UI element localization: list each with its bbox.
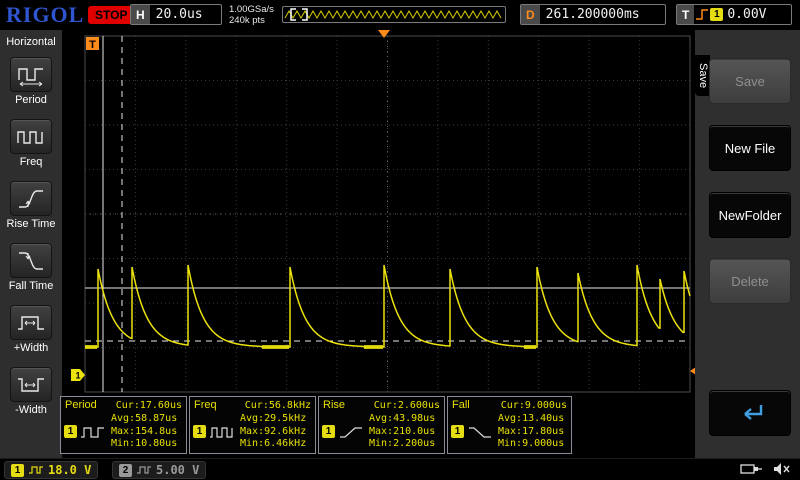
measure-menu-title: Horizontal bbox=[6, 36, 56, 48]
measurement-cur: Cur:56.8kHz bbox=[244, 399, 311, 411]
run-state-badge: STOP bbox=[88, 6, 135, 24]
measurement-name: Fall bbox=[452, 399, 470, 411]
trigger-box[interactable]: T 1 0.00V bbox=[676, 4, 792, 25]
measurement-max: Max:154.8us bbox=[111, 425, 178, 437]
measure-item-label: +Width bbox=[13, 342, 49, 354]
waveform-display: T1 bbox=[62, 30, 699, 458]
delete-button[interactable]: Delete bbox=[709, 258, 791, 304]
measurement-min: Min:6.46kHz bbox=[240, 438, 307, 449]
measurement-max: Max:17.80us bbox=[498, 425, 565, 437]
measurement-name: Period bbox=[65, 399, 97, 411]
measure-item-label: Rise Time bbox=[6, 218, 56, 230]
measure-item-freq[interactable]: Freq bbox=[10, 119, 52, 168]
measurement-panel-rise: Rise Cur:2.600us 1 Avg:43.98us Max:210.0… bbox=[318, 396, 445, 454]
measurement-name: Rise bbox=[323, 399, 346, 411]
plus-width-icon bbox=[18, 315, 44, 330]
freq-icon bbox=[17, 130, 43, 144]
fall-time-icon bbox=[19, 251, 43, 270]
measurement-avg: Avg:43.98us bbox=[369, 413, 436, 424]
acquisition-info: 1.00GSa/s 240k pts bbox=[229, 4, 274, 26]
svg-text:T: T bbox=[89, 39, 96, 51]
delay-value: 261.200000ms bbox=[545, 7, 640, 22]
delay-label: D bbox=[521, 5, 540, 24]
trigger-level-value: 0.00V bbox=[727, 7, 767, 22]
svg-text:1: 1 bbox=[76, 371, 81, 381]
channel1-status[interactable]: 1 18.0 V bbox=[4, 461, 99, 479]
trigger-label: T bbox=[677, 5, 695, 24]
channel-badge: 1 bbox=[64, 425, 77, 439]
measurement-panel-period: Period Cur:17.60us 1 Avg:58.87us Max:154… bbox=[60, 396, 187, 454]
measurement-min: Min:9.000us bbox=[498, 438, 565, 449]
measure-item-minus-width[interactable]: -Width bbox=[10, 367, 52, 416]
measure-item-label: Period bbox=[15, 94, 47, 106]
minus-width-icon bbox=[18, 377, 44, 392]
new-file-button[interactable]: New File bbox=[709, 125, 791, 171]
measurement-avg: Avg:58.87us bbox=[111, 413, 178, 424]
memory-preview-wave bbox=[284, 8, 502, 21]
horizontal-scale-box[interactable]: H 20.0us bbox=[130, 4, 222, 25]
channel-badge: 1 bbox=[193, 425, 206, 439]
channel2-scale: 5.00 V bbox=[156, 463, 200, 477]
channel1-wave-icon bbox=[29, 466, 43, 474]
trigger-source-badge: 1 bbox=[710, 8, 724, 21]
channel2-badge: 2 bbox=[119, 463, 132, 477]
horizontal-label: H bbox=[131, 5, 150, 24]
channel-badge: 1 bbox=[322, 425, 335, 439]
horizontal-value: 20.0us bbox=[155, 7, 203, 22]
speaker-icon bbox=[774, 463, 790, 475]
measure-item-label: Freq bbox=[19, 156, 43, 168]
fall-wave-icon bbox=[469, 427, 491, 438]
oscilloscope-screen: RIGOL STOP H 20.0us 1.00GSa/s 240k pts D… bbox=[0, 0, 800, 480]
rigol-logo: RIGOL bbox=[6, 2, 85, 27]
top-status-bar: RIGOL STOP H 20.0us 1.00GSa/s 240k pts D… bbox=[0, 0, 800, 30]
measurement-panel-freq: Freq Cur:56.8kHz 1 Avg:29.5kHz Max:92.6k… bbox=[189, 396, 316, 454]
waveform-svg: T1 bbox=[71, 30, 699, 393]
period-wave-icon bbox=[81, 427, 104, 438]
channel1-badge: 1 bbox=[11, 463, 24, 477]
left-measure-menu: Horizontal Period Freq Rise Time Fall Ti… bbox=[0, 30, 62, 458]
back-button[interactable] bbox=[709, 390, 791, 436]
measurement-max: Max:92.6kHz bbox=[240, 425, 307, 437]
measurement-avg: Avg:13.40us bbox=[498, 413, 565, 424]
usb-icon bbox=[740, 464, 762, 474]
channel2-wave-icon bbox=[137, 466, 151, 474]
measure-item-fall-time[interactable]: Fall Time bbox=[8, 243, 54, 292]
new-folder-button[interactable]: NewFolder bbox=[709, 192, 791, 238]
channel1-scale: 18.0 V bbox=[48, 463, 92, 477]
measurement-name: Freq bbox=[194, 399, 217, 411]
menu-tab: Save bbox=[695, 55, 710, 97]
measurement-cur: Cur:9.000us bbox=[500, 399, 567, 411]
measure-item-plus-width[interactable]: +Width bbox=[10, 305, 52, 354]
measurement-cur: Cur:2.600us bbox=[373, 399, 440, 411]
measurement-min: Min:10.80us bbox=[111, 438, 178, 449]
period-icon bbox=[18, 67, 43, 86]
measurement-max: Max:210.0us bbox=[369, 425, 436, 437]
sample-rate: 1.00GSa/s bbox=[229, 4, 274, 15]
save-button[interactable]: Save bbox=[709, 58, 791, 104]
return-arrow-icon bbox=[744, 405, 763, 420]
measurement-panel-fall: Fall Cur:9.000us 1 Avg:13.40us Max:17.80… bbox=[447, 396, 572, 454]
measurement-min: Min:2.200us bbox=[369, 438, 436, 449]
freq-wave-icon bbox=[210, 427, 233, 438]
measure-item-label: Fall Time bbox=[8, 280, 54, 292]
measure-item-period[interactable]: Period bbox=[10, 57, 52, 106]
rise-time-icon bbox=[19, 189, 43, 208]
measurement-avg: Avg:29.5kHz bbox=[240, 413, 307, 424]
channel2-status[interactable]: 2 5.00 V bbox=[112, 461, 207, 479]
delay-box[interactable]: D 261.200000ms bbox=[520, 4, 666, 25]
bottom-status-bar: 1 18.0 V 2 5.00 V bbox=[0, 458, 800, 480]
rise-wave-icon bbox=[340, 427, 362, 438]
measure-item-label: -Width bbox=[15, 404, 47, 416]
measurement-cur: Cur:17.60us bbox=[115, 399, 182, 411]
memory-depth: 240k pts bbox=[229, 15, 265, 26]
trigger-edge-icon bbox=[696, 9, 709, 20]
right-soft-menu: Save Save New File NewFolder Delete bbox=[695, 30, 800, 458]
measure-item-rise-time[interactable]: Rise Time bbox=[6, 181, 56, 230]
memory-preview[interactable] bbox=[282, 6, 506, 23]
channel-badge: 1 bbox=[451, 425, 464, 439]
